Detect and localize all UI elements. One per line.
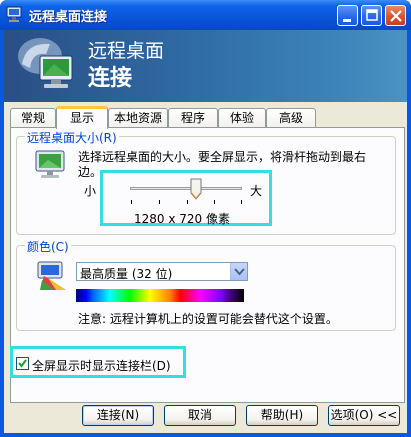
help-button[interactable]: 帮助(H)	[246, 405, 318, 426]
slider-tick	[241, 200, 242, 204]
slider-tick	[214, 200, 215, 204]
tab-strip: 常规 显示 本地资源 程序 体验 高级	[10, 106, 405, 129]
maximize-button[interactable]	[361, 5, 382, 26]
slider-tick	[131, 200, 132, 204]
maximize-icon	[366, 9, 378, 21]
cancel-button[interactable]: 取消	[164, 405, 236, 426]
remote-computer-icon	[18, 38, 73, 88]
color-palette-icon	[37, 261, 66, 290]
slider-min-label: 小	[84, 184, 97, 198]
minimize-icon	[343, 19, 351, 22]
close-icon	[390, 10, 402, 22]
tab-programs[interactable]: 程序	[168, 108, 218, 128]
resolution-slider-track[interactable]	[130, 187, 242, 190]
fullscreen-connection-bar-checkbox[interactable]	[16, 357, 29, 370]
window-border-bottom	[0, 433, 411, 437]
color-group-label: 颜色(C)	[25, 238, 71, 255]
size-group-label: 远程桌面大小(R)	[25, 129, 119, 146]
window-title: 远程桌面连接	[29, 10, 108, 25]
tab-display[interactable]: 显示	[56, 106, 108, 129]
resolution-readout: 1280 x 720 像素	[134, 212, 230, 226]
window-border-left	[0, 30, 4, 437]
color-spectrum-bar	[76, 289, 244, 302]
minimize-button[interactable]	[337, 5, 358, 26]
resolution-slider-thumb[interactable]	[190, 178, 202, 200]
close-button[interactable]	[385, 5, 406, 26]
color-depth-dropdown[interactable]: 最高质量 (32 位)	[76, 262, 248, 281]
size-description-line1: 选择远程桌面的大小。要全屏显示，将滑杆拖动到最右	[78, 150, 367, 164]
color-note: 注意: 远程计算机上的设置可能会替代这个设置。	[78, 312, 338, 326]
dropdown-button[interactable]	[230, 263, 247, 280]
tab-experience[interactable]: 体验	[218, 108, 266, 128]
checkmark-icon	[18, 359, 27, 368]
connect-button[interactable]: 连接(N)	[82, 405, 154, 426]
header-banner: 远程桌面 连接	[4, 30, 407, 102]
tab-general[interactable]: 常规	[10, 108, 56, 128]
monitor-icon	[35, 150, 65, 178]
remote-desktop-app-icon	[6, 6, 22, 22]
window-border-right	[407, 30, 411, 437]
dialog-client-area: 远程桌面 连接 常规 显示 本地资源 程序 体验 高级 远程桌面大小(R) 选择…	[4, 30, 407, 433]
size-description-line2: 边。	[78, 165, 103, 179]
banner-title-line2: 连接	[88, 66, 133, 91]
remote-desktop-window: 远程桌面连接 远程桌面 连接 常规 显示 本地资源 程序 体验 高级 远程桌面大…	[0, 0, 411, 437]
color-depth-selected: 最高质量 (32 位)	[80, 267, 173, 281]
tab-advanced[interactable]: 高级	[266, 108, 316, 128]
title-bar[interactable]: 远程桌面连接	[0, 0, 411, 30]
slider-tick	[159, 200, 160, 204]
chevron-down-icon	[234, 268, 245, 276]
options-button[interactable]: 选项(O) <<	[328, 405, 400, 426]
slider-tick	[187, 200, 188, 204]
banner-title-line1: 远程桌面	[88, 40, 165, 62]
tab-local-resources[interactable]: 本地资源	[108, 108, 168, 128]
fullscreen-connection-bar-label: 全屏显示时显示连接栏(D)	[32, 359, 171, 373]
